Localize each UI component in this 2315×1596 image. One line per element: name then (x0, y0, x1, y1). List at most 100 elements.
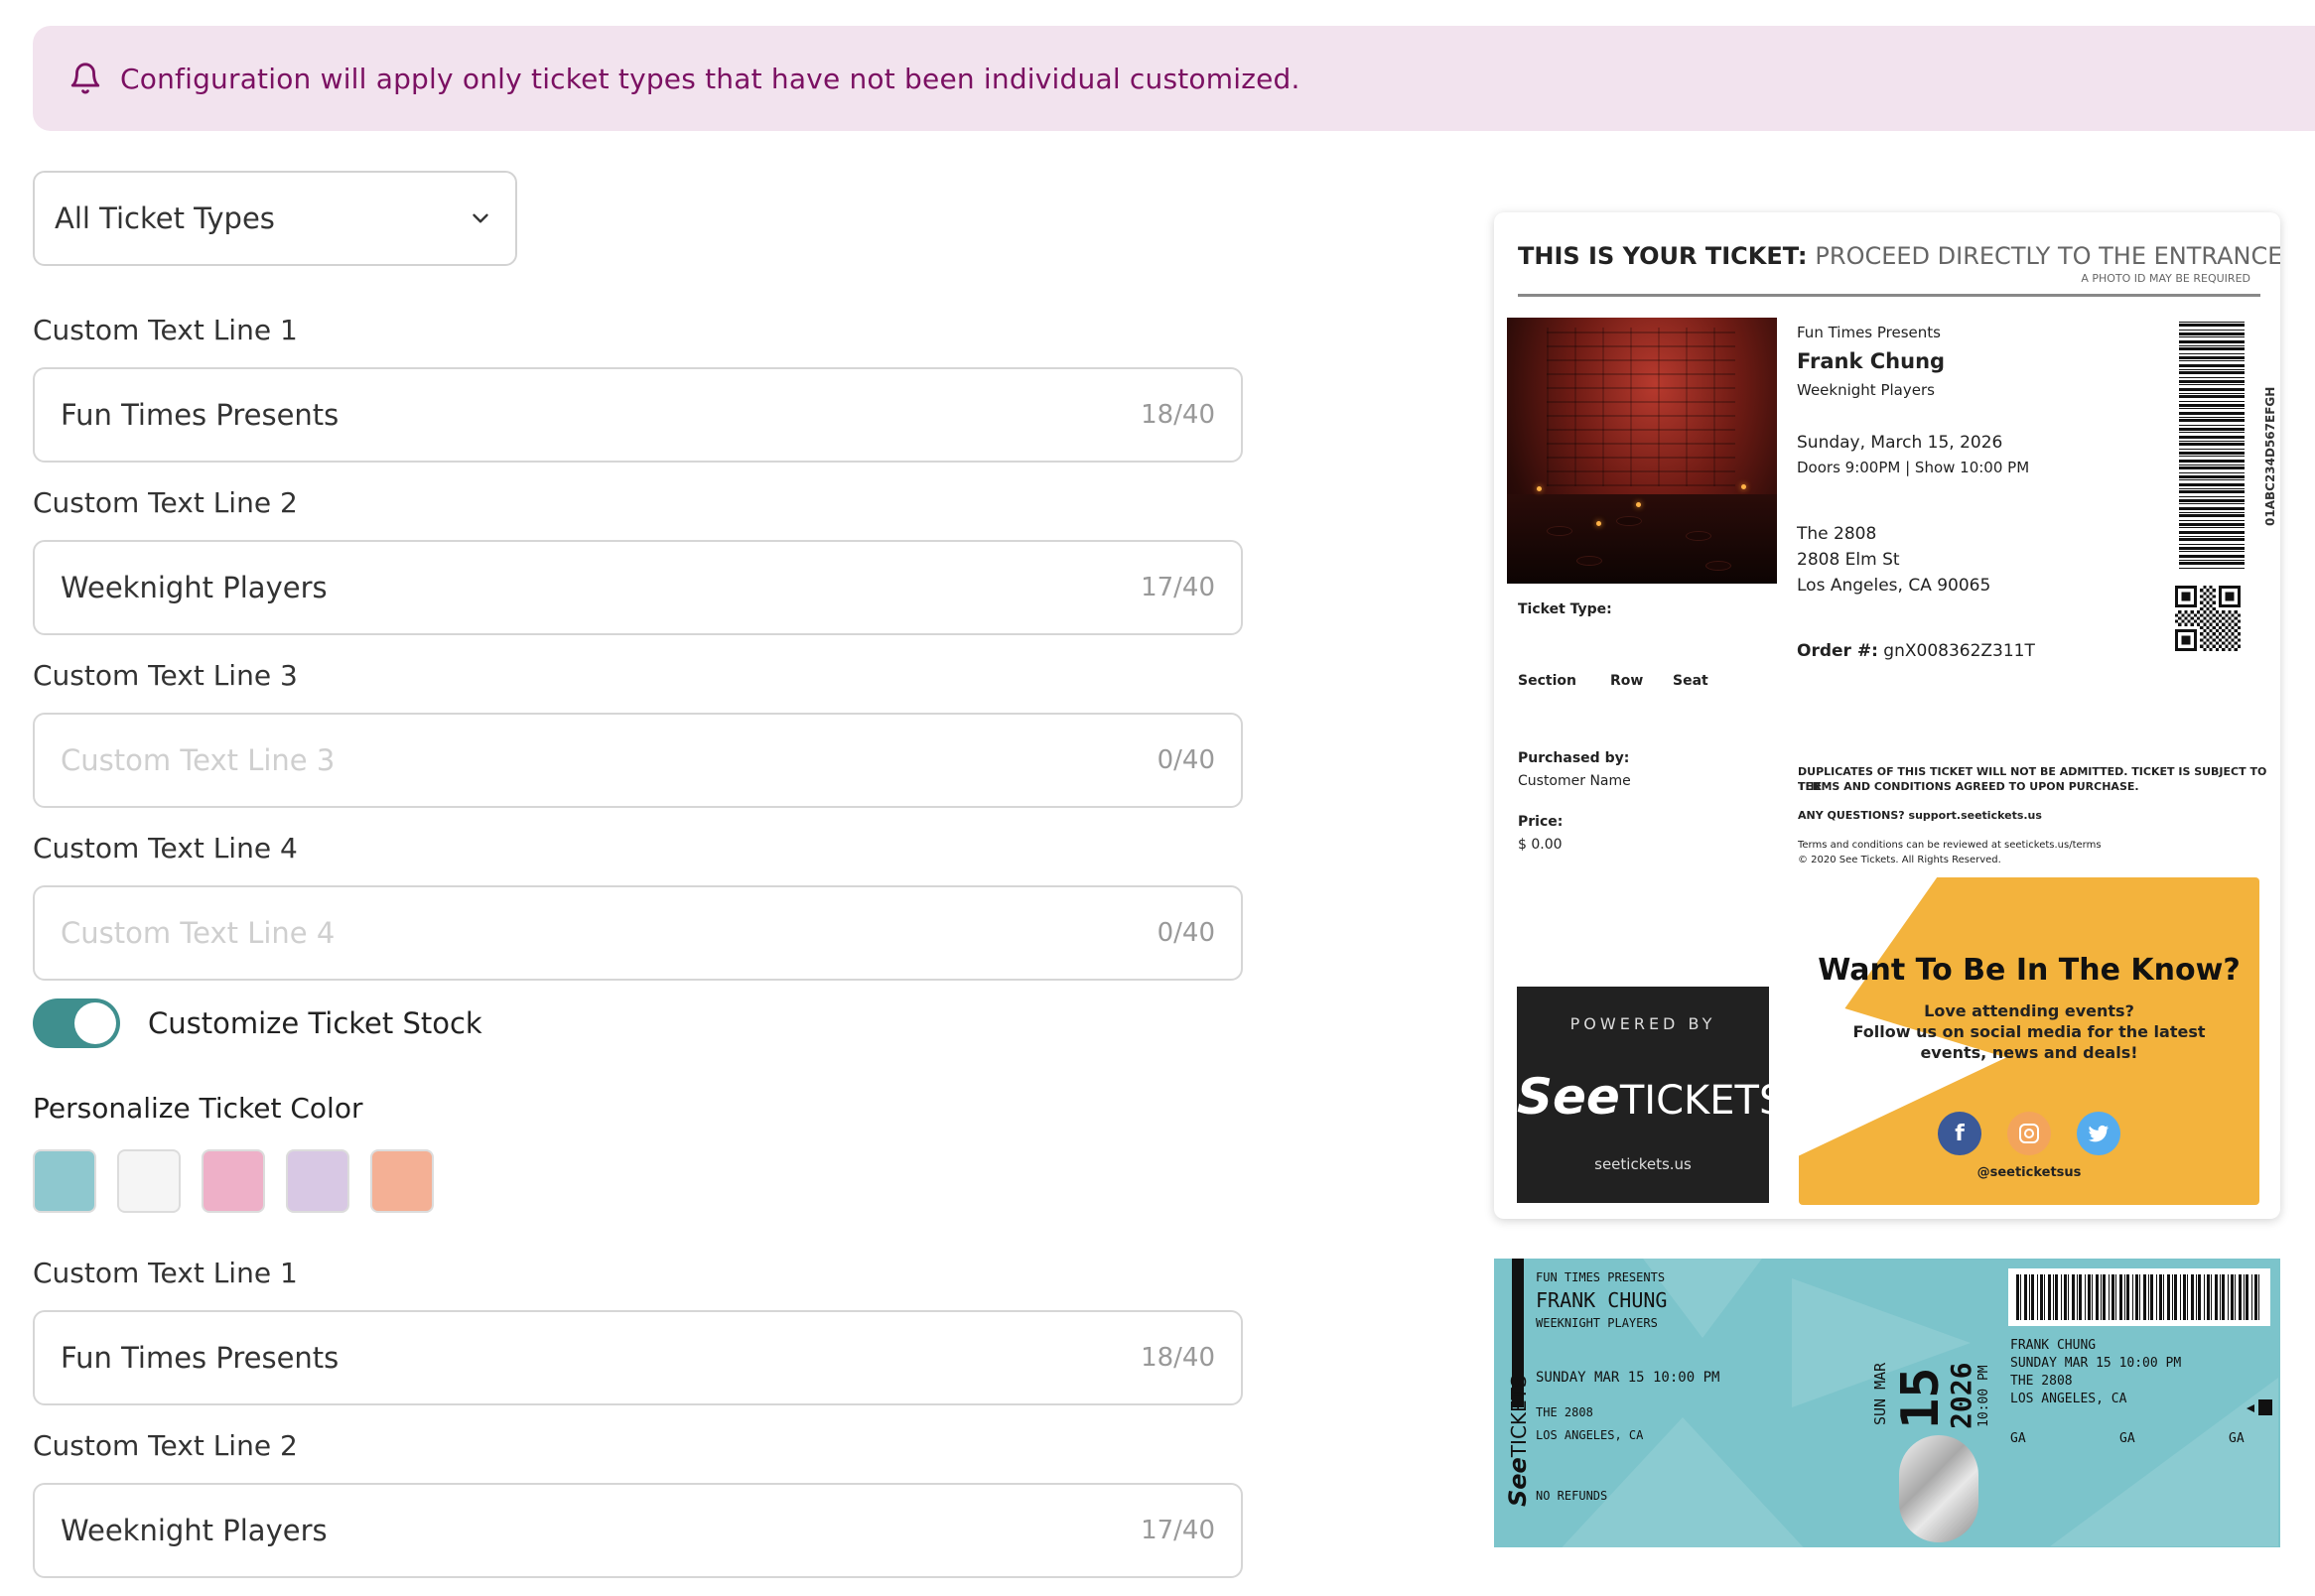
stub-marker (2258, 1399, 2272, 1415)
customize-ticket-stock-row: Customize Ticket Stock (33, 998, 482, 1048)
stub-ga-2: GA (2119, 1431, 2135, 1446)
row-label: Row (1610, 673, 1644, 689)
price-value: $ 0.00 (1518, 837, 1563, 853)
custom-text-line-4-input[interactable]: Custom Text Line 4 0/40 (33, 885, 1243, 981)
stub-venue: THE 2808 (2010, 1374, 2073, 1389)
stub-city: LOS ANGELES, CA (2010, 1392, 2127, 1406)
stock-name: FRANK CHUNG (1536, 1288, 1668, 1312)
stock-text-line-2-input[interactable]: Weeknight Players 17/40 (33, 1483, 1243, 1578)
color-swatch-teal[interactable] (33, 1149, 96, 1213)
barcode (2179, 322, 2245, 569)
ticket-type-label: Ticket Type: (1518, 601, 1612, 617)
ticket-type-select[interactable]: All Ticket Types (33, 171, 517, 266)
stock-text-line-1-input[interactable]: Fun Times Presents 18/40 (33, 1310, 1243, 1405)
custom-text-line-3-input[interactable]: Custom Text Line 3 0/40 (33, 713, 1243, 808)
promo-line-2: Follow us on social media for the latest (1852, 1022, 2206, 1041)
custom-text-line-2-label: Custom Text Line 2 (33, 486, 298, 519)
ticket-group: Weeknight Players (1797, 381, 1935, 399)
stub-ga-3: GA (2229, 1431, 2245, 1446)
legal-line-2: TERMS AND CONDITIONS AGREED TO UPON PURC… (1798, 780, 2139, 793)
char-counter: 18/40 (1141, 400, 1215, 430)
color-swatch-lavender[interactable] (286, 1149, 349, 1213)
section-label: Section (1518, 673, 1576, 689)
customize-ticket-stock-toggle[interactable] (33, 998, 120, 1048)
ticket-times: Doors 9:00PM | Show 10:00 PM (1797, 459, 2030, 476)
venue-photo (1507, 318, 1777, 584)
stock-presenter: FUN TIMES PRESENTS (1536, 1270, 1666, 1284)
ticket-city: Los Angeles, CA 90065 (1797, 576, 1991, 596)
stock-text-line-1-label: Custom Text Line 1 (33, 1257, 298, 1289)
toggle-knob (74, 1002, 116, 1044)
ticket-presenter: Fun Times Presents (1797, 324, 1941, 341)
stock-group: WEEKNIGHT PLAYERS (1536, 1316, 1658, 1330)
stock-venue: THE 2808 (1536, 1405, 1593, 1419)
instagram-icon[interactable] (2007, 1112, 2051, 1155)
custom-text-line-1-input[interactable]: Fun Times Presents 18/40 (33, 367, 1243, 463)
legal-line-3: ANY QUESTIONS? support.seetickets.us (1798, 809, 2042, 822)
char-counter: 18/40 (1141, 1343, 1215, 1373)
seat-label: Seat (1673, 673, 1708, 689)
ticket-header: THIS IS YOUR TICKET: PROCEED DIRECTLY TO … (1518, 242, 2280, 270)
photo-id-note: A PHOTO ID MAY BE REQUIRED (2081, 272, 2250, 285)
promo-panel: Want To Be In The Know? Love attending e… (1799, 877, 2259, 1205)
stock-day-month: SUN MAR (1871, 1362, 1889, 1425)
char-counter: 17/40 (1141, 573, 1215, 602)
stock-hologram (1899, 1435, 1978, 1542)
powered-by-text: POWERED BY (1569, 1014, 1716, 1033)
price-label: Price: (1518, 814, 1564, 830)
custom-text-line-3-label: Custom Text Line 3 (33, 659, 298, 692)
customize-ticket-stock-label: Customize Ticket Stock (148, 1006, 482, 1040)
input-value: Weeknight Players (61, 1514, 328, 1547)
input-placeholder: Custom Text Line 4 (61, 916, 336, 950)
char-counter: 17/40 (1141, 1516, 1215, 1545)
custom-text-line-2-input[interactable]: Weeknight Players 17/40 (33, 540, 1243, 635)
ticket-venue: The 2808 (1797, 524, 1877, 544)
color-swatch-white[interactable] (117, 1149, 181, 1213)
input-placeholder: Custom Text Line 3 (61, 743, 336, 777)
qr-code (2175, 586, 2241, 651)
color-swatch-peach[interactable] (370, 1149, 434, 1213)
stock-datetime: SUNDAY MAR 15 10:00 PM (1536, 1370, 1720, 1386)
header-divider (1518, 294, 2260, 297)
chevron-down-icon (473, 213, 488, 223)
custom-text-line-4-label: Custom Text Line 4 (33, 832, 298, 864)
promo-title: Want To Be In The Know? (1818, 953, 2241, 988)
info-banner: Configuration will apply only ticket typ… (33, 26, 2315, 131)
promo-line-3: events, news and deals! (1920, 1043, 2138, 1062)
powered-by-panel: POWERED BY SeeTICKETS seetickets.us (1517, 987, 1785, 1203)
custom-text-line-1-label: Custom Text Line 1 (33, 314, 298, 346)
facebook-icon[interactable]: f (1938, 1112, 1981, 1155)
color-swatches (33, 1149, 434, 1213)
see-tickets-logo: SeeTICKETS (1517, 1068, 1785, 1126)
promo-handle: @seeticketsus (1976, 1165, 2082, 1180)
char-counter: 0/40 (1157, 918, 1215, 948)
ticket-header-light: PROCEED DIRECTLY TO THE ENTRANCE (1815, 242, 2280, 270)
stock-barcode (2008, 1268, 2270, 1326)
stub-ga-1: GA (2010, 1431, 2026, 1446)
bell-icon (70, 63, 100, 94)
color-swatch-pink[interactable] (202, 1149, 265, 1213)
ticket-stock-preview: FUN TIMES PRESENTS FRANK CHUNG WEEKNIGHT… (1494, 1259, 2280, 1547)
char-counter: 0/40 (1157, 745, 1215, 775)
ticket-date: Sunday, March 15, 2026 (1797, 433, 2003, 453)
ticket-type-select-value: All Ticket Types (55, 201, 275, 235)
stub-arrow-icon (2247, 1404, 2254, 1412)
personalize-ticket-color-label: Personalize Ticket Color (33, 1092, 363, 1125)
ticket-preview: THIS IS YOUR TICKET: PROCEED DIRECTLY TO … (1494, 212, 2280, 1219)
input-value: Weeknight Players (61, 571, 328, 604)
stub-name: FRANK CHUNG (2010, 1338, 2097, 1353)
stock-text-line-2-label: Custom Text Line 2 (33, 1429, 298, 1462)
promo-line-1: Love attending events? (1924, 1001, 2134, 1020)
barcode-code: 01ABC234D567EFGH (2263, 386, 2277, 526)
banner-message: Configuration will apply only ticket typ… (120, 62, 1300, 95)
stock-time: 10:00 PM (1976, 1365, 1991, 1427)
ticket-header-bold: THIS IS YOUR TICKET: (1518, 242, 1808, 270)
stock-year: 2026 (1945, 1362, 1977, 1429)
twitter-icon[interactable] (2077, 1112, 2120, 1155)
input-value: Fun Times Presents (61, 398, 340, 432)
purchased-by-label: Purchased by: (1518, 750, 1630, 766)
see-tickets-url: seetickets.us (1594, 1155, 1692, 1173)
purchased-by-value: Customer Name (1518, 773, 1631, 789)
legal-line-4: Terms and conditions can be reviewed at … (1798, 840, 2102, 851)
stub-datetime: SUNDAY MAR 15 10:00 PM (2010, 1356, 2182, 1371)
